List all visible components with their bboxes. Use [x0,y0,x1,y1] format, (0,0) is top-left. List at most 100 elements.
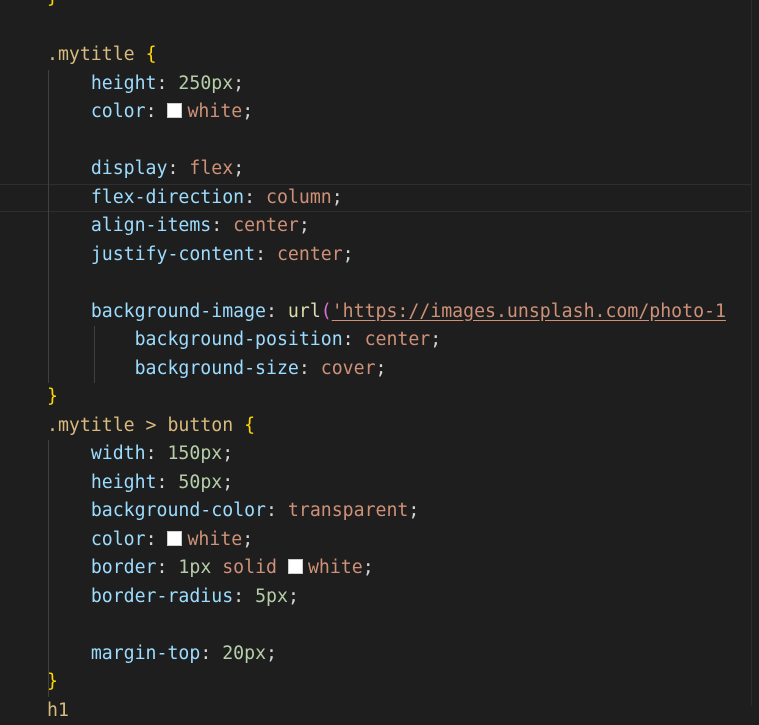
code-line[interactable]: height: 250px; [0,70,759,99]
code-token-punc: ; [233,158,244,179]
indent-guide [48,440,49,697]
code-line[interactable]: background-color: transparent; [0,497,759,526]
indent-space [47,557,91,578]
code-token-punc: ; [222,472,233,493]
indent-space [47,586,91,607]
indent-space [47,443,91,464]
code-token-punc: ; [266,643,277,664]
code-line[interactable]: margin-top: 20px; [0,640,759,669]
code-token-val: center [365,329,431,350]
code-token-punc: : [343,329,365,350]
code-token-val: column [266,187,332,208]
code-line[interactable]: height: 50px; [0,469,759,498]
indent-guide [94,326,95,383]
code-token-prop: background-position [135,329,343,350]
code-token-punc: ; [242,529,253,550]
code-token-val: center [233,215,299,236]
code-token-punc: : [167,158,189,179]
code-line[interactable] [0,13,759,42]
code-token-prop: border-radius [91,586,233,607]
code-line[interactable]: flex-direction: column; [0,184,752,213]
code-token-punc: : [157,73,179,94]
indent-guide [48,70,49,384]
code-token-punc: ; [343,244,354,265]
code-token-brace: { [244,415,255,436]
code-line[interactable]: .mytitle > button { [0,412,759,441]
code-line[interactable]: color: white; [0,98,759,127]
code-line[interactable] [0,611,759,640]
code-token-prop: justify-content [91,244,255,265]
color-swatch[interactable] [167,531,182,546]
code-line[interactable]: color: white; [0,526,759,555]
code-line[interactable]: background-position: center; [0,326,759,355]
code-token-prop: background-color [91,500,266,521]
code-token-punc: : [146,101,168,122]
code-token-punc: : [244,187,266,208]
code-token-punc: : [211,215,233,236]
code-token-punc: : [299,358,321,379]
code-token-prop: background-image [91,301,266,322]
code-line[interactable]: background-image: url('https://images.un… [0,298,759,327]
code-line[interactable]: display: flex; [0,155,759,184]
code-token-punc: ; [332,187,343,208]
code-token-punc: ; [233,73,244,94]
code-token-prop: flex-direction [91,187,244,208]
code-line[interactable]: h1 [0,697,759,725]
code-line[interactable]: justify-content: center; [0,241,759,270]
code-token-brace: { [146,44,157,65]
code-line[interactable]: align-items: center; [0,212,759,241]
code-token-sel: .mytitle > button [47,415,244,436]
indent-space [47,529,91,550]
code-line[interactable]: width: 150px; [0,440,759,469]
indent-space [47,329,135,350]
code-token-prop: height [91,73,157,94]
code-token-punc: : [255,244,277,265]
code-token-sel: h1 [47,700,69,721]
code-token-prop: height [91,472,157,493]
code-token-prop: border [91,557,157,578]
code-line[interactable]: border: 1px solid white; [0,554,759,583]
code-token-prop: width [91,443,146,464]
code-line[interactable]: background-size: cover; [0,355,759,384]
code-line[interactable]: .mytitle { [0,41,759,70]
code-token-num: 1px [178,557,211,578]
code-token-val: cover [321,358,376,379]
indent-space [47,73,91,94]
code-token-url: 'https://images.unsplash.com/photo-1 [332,301,726,322]
code-token-punc: : [146,529,168,550]
code-token-brace: } [47,0,58,8]
code-line[interactable]: } [0,0,759,13]
indent-space [47,500,91,521]
code-line[interactable]: border-radius: 5px; [0,583,759,612]
code-token-val: flex [189,158,233,179]
code-token-prop: color [91,529,146,550]
code-token-punc: : [266,500,288,521]
code-token-fn: url [288,301,321,322]
code-line[interactable]: } [0,668,759,697]
code-line[interactable] [0,269,759,298]
color-swatch[interactable] [167,103,182,118]
code-token-punc: ; [376,358,387,379]
code-token-prop: color [91,101,146,122]
code-line[interactable] [0,127,759,156]
code-token-val: white [187,101,242,122]
indent-space [47,215,91,236]
code-token-punc: : [200,643,222,664]
code-token-prop: align-items [91,215,211,236]
code-line[interactable]: } [0,383,759,412]
code-token-num: 20px [222,643,266,664]
code-token-val: white [187,529,242,550]
code-token-num: 50px [178,472,222,493]
code-editor[interactable]: } .mytitle { height: 250px; color: white;… [0,0,759,706]
code-token-punc: ; [222,443,233,464]
code-token-val: white [308,557,363,578]
code-token-punc: ; [430,329,441,350]
vertical-scrollbar[interactable] [751,0,759,706]
code-token-val: solid [222,557,277,578]
code-token-punc: : [157,472,179,493]
code-token-num: 150px [167,443,222,464]
color-swatch[interactable] [288,559,303,574]
indent-space [47,187,91,208]
indent-space [47,301,91,322]
code-token-punc: : [233,586,255,607]
